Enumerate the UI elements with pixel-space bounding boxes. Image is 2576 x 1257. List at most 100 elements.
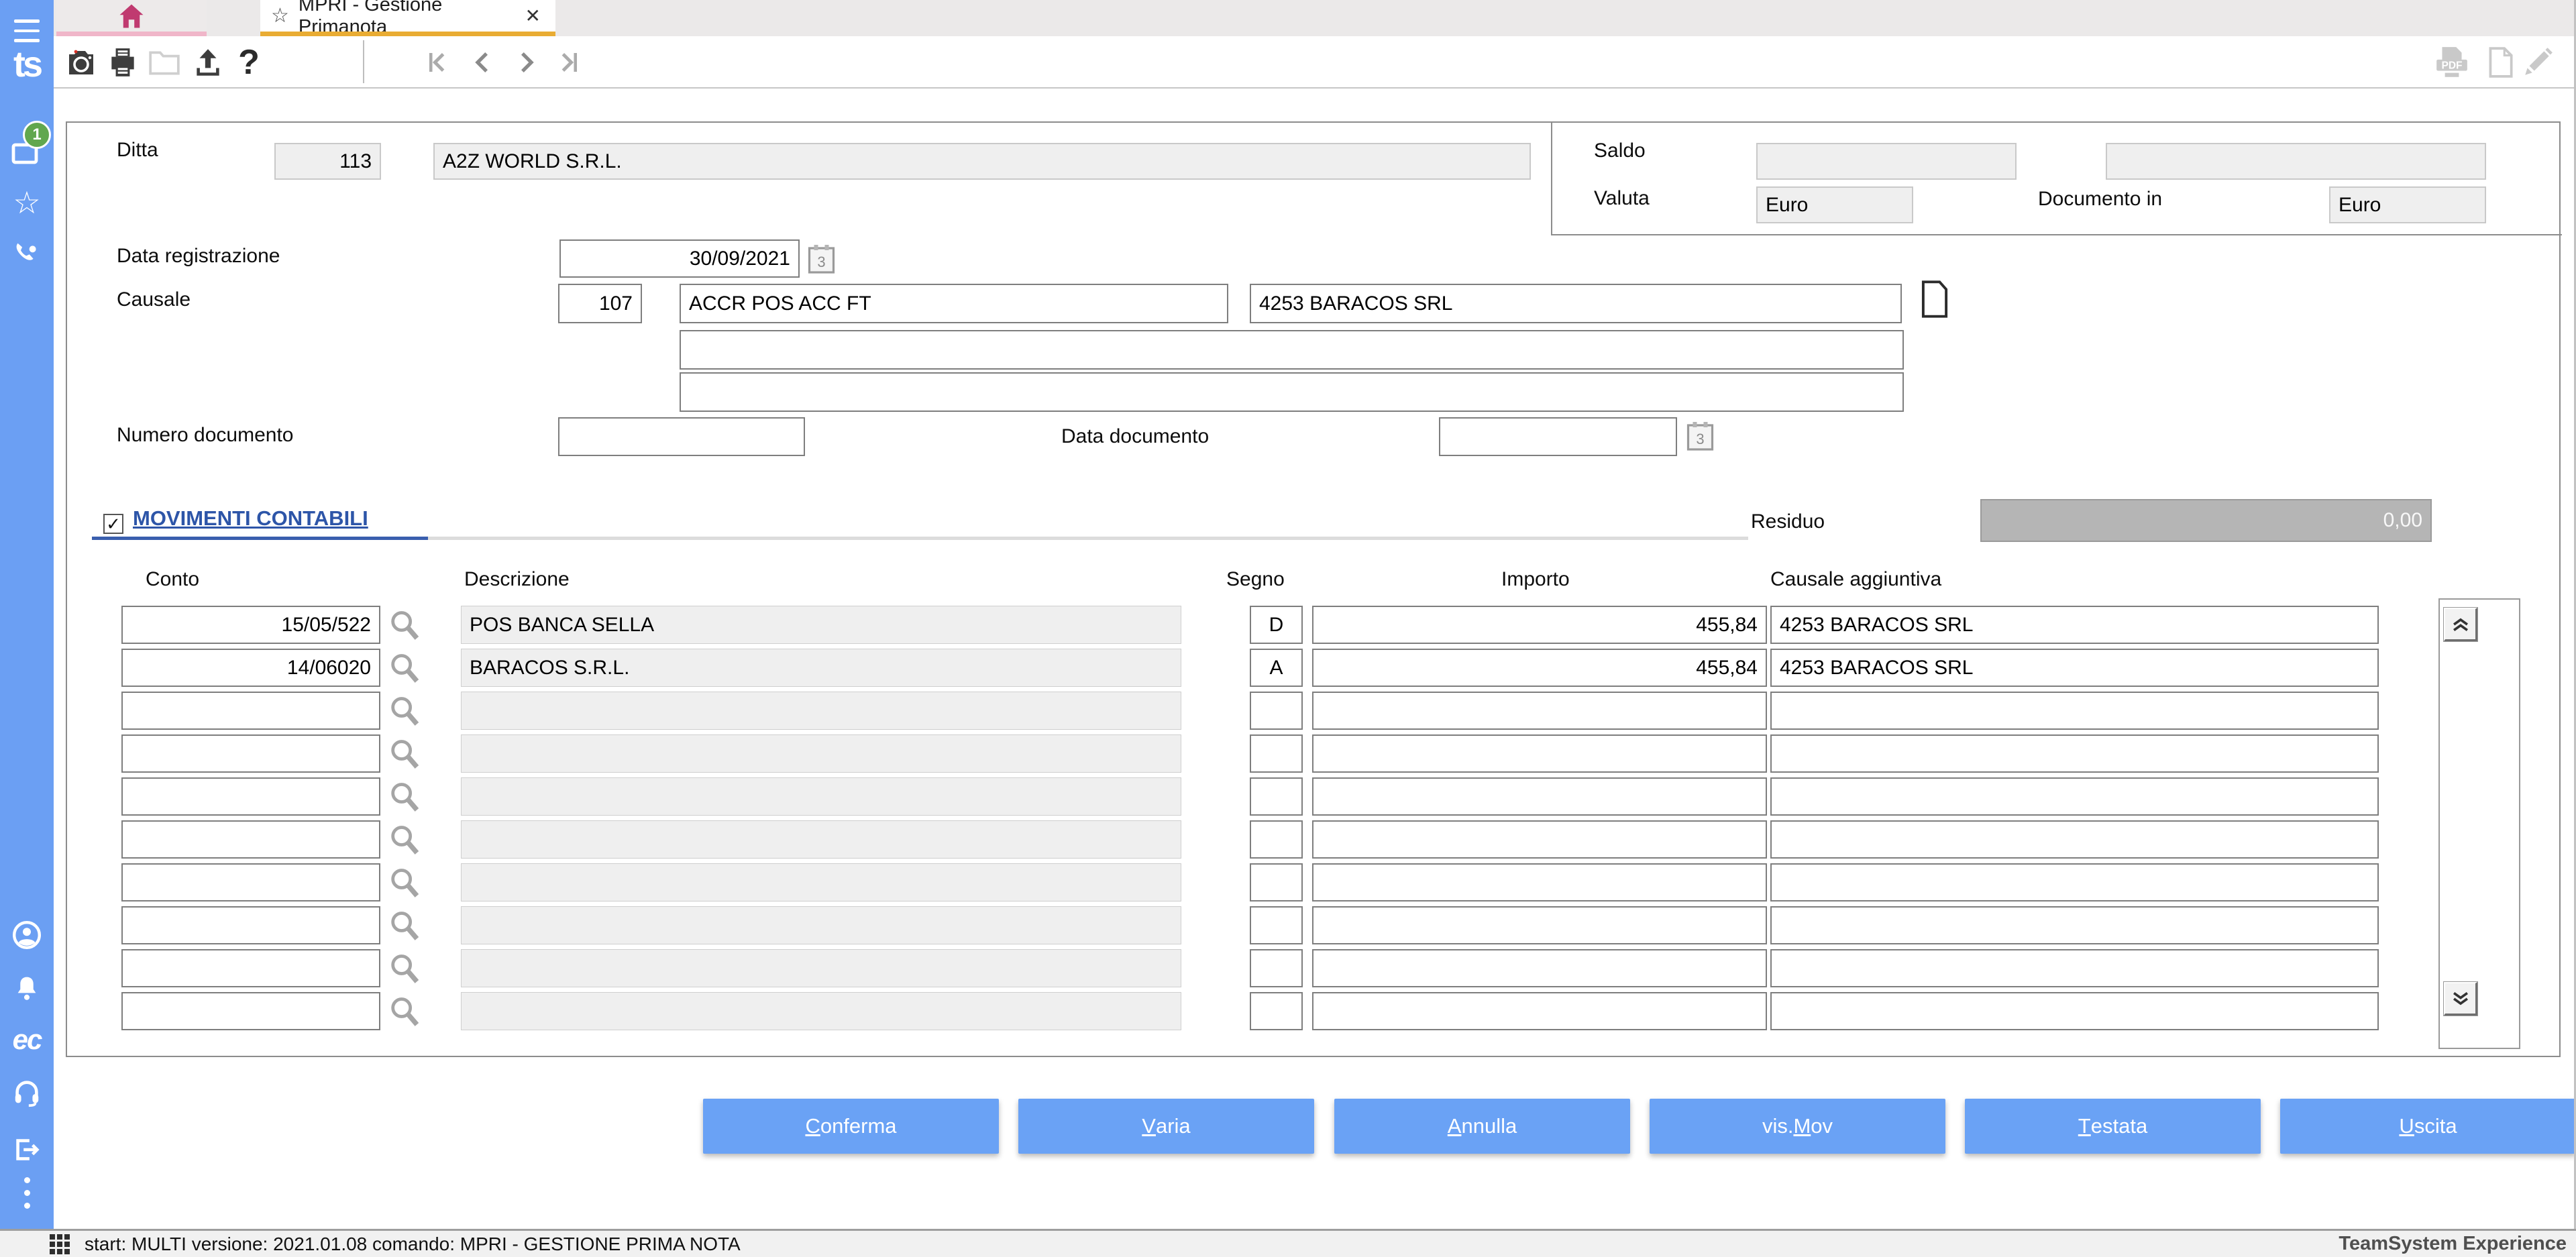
causale-note-field-2[interactable] bbox=[680, 372, 1904, 412]
importo-field[interactable] bbox=[1312, 992, 1767, 1030]
scroll-down-icon[interactable] bbox=[2443, 981, 2478, 1016]
segno-field[interactable] bbox=[1250, 692, 1303, 730]
folder-icon[interactable] bbox=[146, 46, 182, 79]
importo-field[interactable] bbox=[1312, 906, 1767, 944]
tab-home[interactable] bbox=[56, 0, 207, 36]
importo-field[interactable]: 455,84 bbox=[1312, 606, 1767, 644]
favorite-star-icon[interactable]: ☆ bbox=[271, 4, 289, 28]
causale-code-field[interactable]: 107 bbox=[558, 284, 642, 323]
importo-field[interactable] bbox=[1312, 949, 1767, 987]
search-icon[interactable] bbox=[386, 607, 423, 644]
causale-extra-field[interactable]: 4253 BARACOS SRL bbox=[1250, 284, 1902, 323]
causale-aggiuntiva-field[interactable]: 4253 BARACOS SRL bbox=[1770, 606, 2379, 644]
footer-button[interactable]: Conferma bbox=[703, 1099, 999, 1154]
help-icon[interactable]: ? bbox=[231, 43, 267, 82]
nav-last-icon[interactable] bbox=[551, 46, 588, 79]
footer-button[interactable]: Uscita bbox=[2280, 1099, 2576, 1154]
movimenti-checkbox[interactable]: ✓ bbox=[103, 514, 123, 534]
segno-field[interactable] bbox=[1250, 734, 1303, 773]
conto-field[interactable] bbox=[121, 949, 380, 987]
segno-field[interactable]: D bbox=[1250, 606, 1303, 644]
menu-icon[interactable] bbox=[0, 16, 54, 46]
app-grid-icon[interactable] bbox=[50, 1234, 70, 1254]
causale-note-field-1[interactable] bbox=[680, 330, 1904, 370]
causale-aggiuntiva-field[interactable] bbox=[1770, 949, 2379, 987]
search-icon[interactable] bbox=[386, 865, 423, 901]
scroll-up-icon[interactable] bbox=[2443, 607, 2478, 642]
footer-button[interactable]: Varia bbox=[1018, 1099, 1314, 1154]
movimenti-section-title[interactable]: MOVIMENTI CONTABILI bbox=[133, 506, 368, 531]
button-label-rest: estata bbox=[2090, 1114, 2148, 1138]
conto-field[interactable] bbox=[121, 863, 380, 901]
causale-aggiuntiva-field[interactable] bbox=[1770, 777, 2379, 816]
search-icon[interactable] bbox=[386, 650, 423, 687]
search-icon[interactable] bbox=[386, 693, 423, 730]
segno-field[interactable] bbox=[1250, 820, 1303, 859]
search-icon[interactable] bbox=[386, 950, 423, 987]
segno-field[interactable] bbox=[1250, 863, 1303, 901]
causale-aggiuntiva-field[interactable] bbox=[1770, 692, 2379, 730]
numero-documento-field[interactable] bbox=[558, 417, 805, 456]
conto-field[interactable]: 15/05/522 bbox=[121, 606, 380, 644]
search-icon[interactable] bbox=[386, 779, 423, 816]
data-registrazione-field[interactable]: 30/09/2021 bbox=[559, 239, 800, 278]
segno-field[interactable] bbox=[1250, 777, 1303, 816]
footer-button[interactable]: Testata bbox=[1965, 1099, 2261, 1154]
tab-close-icon[interactable]: ✕ bbox=[525, 5, 541, 27]
segno-field[interactable] bbox=[1250, 906, 1303, 944]
causale-aggiuntiva-field[interactable] bbox=[1770, 820, 2379, 859]
kebab-icon[interactable] bbox=[0, 1172, 54, 1213]
conto-field[interactable] bbox=[121, 820, 380, 859]
print-icon[interactable] bbox=[105, 46, 141, 79]
footer-button[interactable]: vis. Mov bbox=[1650, 1099, 1945, 1154]
pdf-icon[interactable]: PDF bbox=[2434, 46, 2470, 79]
new-page-icon[interactable] bbox=[2482, 46, 2518, 79]
importo-field[interactable]: 455,84 bbox=[1312, 649, 1767, 687]
table-row bbox=[121, 734, 2379, 773]
segno-field[interactable] bbox=[1250, 949, 1303, 987]
conto-field[interactable] bbox=[121, 777, 380, 816]
nav-first-icon[interactable] bbox=[419, 46, 455, 79]
star-icon[interactable]: ☆ bbox=[0, 185, 54, 220]
search-icon[interactable] bbox=[386, 908, 423, 944]
conto-field[interactable]: 14/06020 bbox=[121, 649, 380, 687]
causale-aggiuntiva-field[interactable] bbox=[1770, 906, 2379, 944]
upload-icon[interactable] bbox=[190, 46, 226, 79]
conto-field[interactable] bbox=[121, 734, 380, 773]
tab-active[interactable]: ☆ MPRI - Gestione Primanota ✕ bbox=[260, 0, 555, 38]
importo-field[interactable] bbox=[1312, 692, 1767, 730]
nav-prev-icon[interactable] bbox=[464, 46, 500, 79]
importo-field[interactable] bbox=[1312, 863, 1767, 901]
bell-icon[interactable] bbox=[0, 971, 54, 1006]
causale-desc-field[interactable]: ACCR POS ACC FT bbox=[680, 284, 1228, 323]
segno-field[interactable] bbox=[1250, 992, 1303, 1030]
conto-field[interactable] bbox=[121, 992, 380, 1030]
search-icon[interactable] bbox=[386, 736, 423, 773]
nav-next-icon[interactable] bbox=[508, 46, 545, 79]
ec-logo[interactable]: ec bbox=[0, 1022, 54, 1057]
causale-aggiuntiva-field[interactable] bbox=[1770, 992, 2379, 1030]
calendar-icon[interactable]: 3 bbox=[806, 243, 837, 275]
descrizione-field bbox=[461, 906, 1181, 944]
data-documento-field[interactable] bbox=[1439, 417, 1677, 456]
search-icon[interactable] bbox=[386, 993, 423, 1030]
importo-field[interactable] bbox=[1312, 777, 1767, 816]
calendar-icon[interactable]: 3 bbox=[1685, 420, 1715, 452]
edit-icon[interactable] bbox=[2520, 46, 2556, 79]
document-icon[interactable] bbox=[1920, 279, 1949, 323]
user-icon[interactable] bbox=[0, 918, 54, 952]
causale-aggiuntiva-field[interactable] bbox=[1770, 734, 2379, 773]
footer-button[interactable]: Annulla bbox=[1334, 1099, 1630, 1154]
app-window: ts 1 ☆ ec ☆ MPRI - Gestione Primanota ✕ … bbox=[0, 0, 2576, 1257]
causale-aggiuntiva-field[interactable]: 4253 BARACOS SRL bbox=[1770, 649, 2379, 687]
causale-aggiuntiva-field[interactable] bbox=[1770, 863, 2379, 901]
camera-icon[interactable] bbox=[63, 46, 99, 79]
importo-field[interactable] bbox=[1312, 820, 1767, 859]
conto-field[interactable] bbox=[121, 692, 380, 730]
phone-icon[interactable] bbox=[0, 237, 54, 272]
search-icon[interactable] bbox=[386, 822, 423, 859]
segno-field[interactable]: A bbox=[1250, 649, 1303, 687]
importo-field[interactable] bbox=[1312, 734, 1767, 773]
sidebar-item-documents[interactable]: 1 bbox=[0, 121, 54, 172]
conto-field[interactable] bbox=[121, 906, 380, 944]
